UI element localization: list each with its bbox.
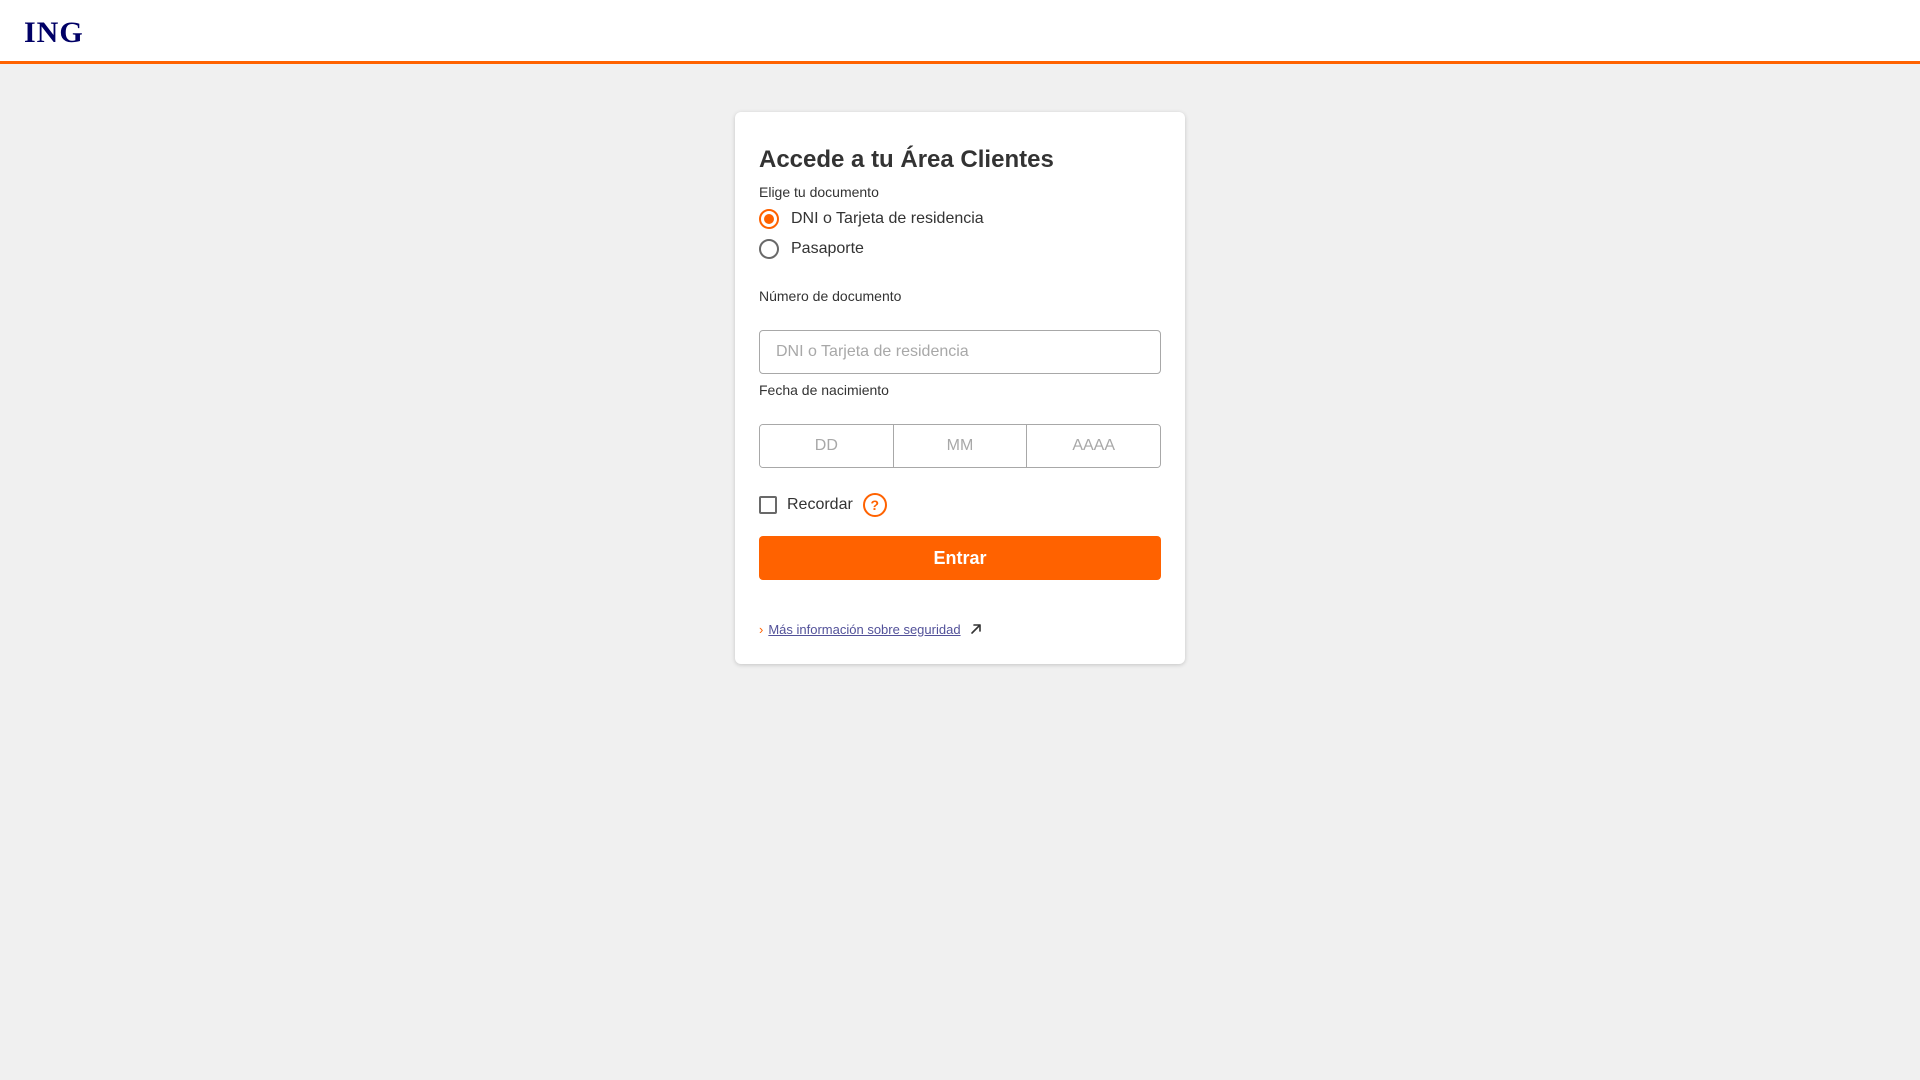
radio-option-dni[interactable]: DNI o Tarjeta de residencia xyxy=(759,207,984,231)
document-type-label: Elige tu documento xyxy=(759,184,879,200)
security-info-row: › Más información sobre seguridad xyxy=(759,620,983,638)
birth-date-group xyxy=(759,424,1161,468)
birth-date-label: Fecha de nacimiento xyxy=(759,382,889,398)
document-number-label: Número de documento xyxy=(759,288,902,304)
enter-button[interactable]: Entrar xyxy=(759,536,1161,580)
page-title: Accede a tu Área Clientes xyxy=(759,146,1054,173)
birth-day-input[interactable] xyxy=(760,425,894,467)
remember-row: Recordar ? xyxy=(759,492,887,518)
external-link-icon[interactable] xyxy=(969,622,983,636)
top-bar: ING xyxy=(0,0,1920,64)
radio-dni-button[interactable] xyxy=(759,209,779,229)
document-number-input[interactable] xyxy=(759,330,1161,374)
birth-month-input[interactable] xyxy=(893,425,1028,467)
birth-year-input[interactable] xyxy=(1027,425,1160,467)
chevron-right-icon: › xyxy=(759,621,764,637)
remember-checkbox[interactable] xyxy=(759,496,777,514)
radio-passport-button[interactable] xyxy=(759,239,779,259)
radio-option-passport[interactable]: Pasaporte xyxy=(759,237,864,261)
radio-passport-label: Pasaporte xyxy=(791,240,864,257)
radio-dni-label: DNI o Tarjeta de residencia xyxy=(791,210,984,227)
login-card: Accede a tu Área Clientes Elige tu docum… xyxy=(735,112,1185,664)
remember-label[interactable]: Recordar xyxy=(787,496,853,514)
ing-logo[interactable]: ING xyxy=(24,16,84,50)
question-circle-icon[interactable]: ? xyxy=(862,493,887,517)
security-info-link[interactable]: Más información sobre seguridad xyxy=(768,622,960,637)
